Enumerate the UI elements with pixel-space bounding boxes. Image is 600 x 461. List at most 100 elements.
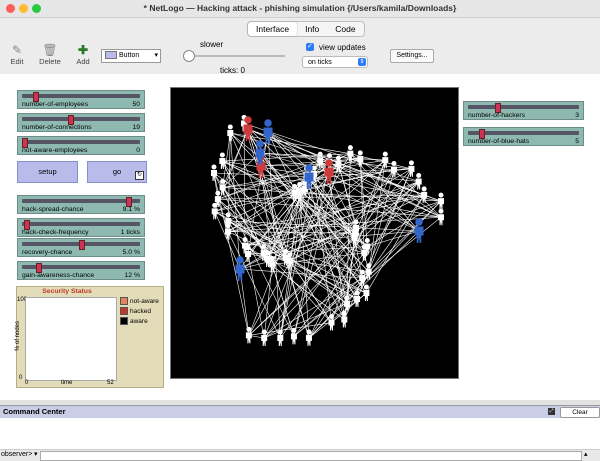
delete-label: Delete <box>39 57 61 66</box>
speed-label: slower <box>200 40 224 49</box>
plot-y-min: 0 <box>19 375 23 381</box>
slider-value: 5 <box>575 138 579 145</box>
plot-y-label: % of nodes <box>15 320 22 352</box>
slider-label: recovery-chance <box>22 249 73 256</box>
go-button[interactable]: go ↻ <box>87 161 147 183</box>
slider-value: 9.1 % <box>122 206 140 213</box>
speed-slider-thumb[interactable] <box>183 50 195 62</box>
clear-button[interactable]: Clear <box>560 407 600 418</box>
slider-number-of-hackers[interactable]: number-of-hackers 3 <box>463 101 584 120</box>
speed-slider[interactable] <box>183 50 285 62</box>
legend-item: hacked <box>120 307 159 317</box>
slider-track[interactable] <box>22 94 140 98</box>
command-center-title: Command Center <box>3 407 66 416</box>
network-graph <box>210 114 444 346</box>
title-bar: * NetLogo — Hacking attack - phishing si… <box>0 0 600 18</box>
slider-hack-check-frequency[interactable]: hack-check-frequency 1 ticks <box>17 218 145 237</box>
employee-node <box>341 311 348 328</box>
button-widget-icon <box>105 51 117 60</box>
slider-value: 50 <box>132 101 140 108</box>
slider-label: number-of-blue-hats <box>468 138 530 145</box>
command-center-header: Command Center ⤢ Clear <box>0 405 600 418</box>
plot-x-min: 0 <box>25 380 29 386</box>
settings-button[interactable]: Settings... <box>390 49 434 63</box>
tab-bar: Interface Info Code <box>247 21 365 37</box>
slider-number-of-employees[interactable]: number-of-employees 50 <box>17 90 145 109</box>
employee-node <box>261 329 268 346</box>
slider-number-of-blue-hats[interactable]: number-of-blue-hats 5 <box>463 127 584 146</box>
plot-x-label: time <box>61 380 73 386</box>
employee-node <box>354 290 361 308</box>
plot-title: Security Status <box>42 288 92 295</box>
plus-icon: ✚ <box>77 43 89 57</box>
legend-swatch <box>120 317 128 326</box>
network-link <box>263 171 330 339</box>
chevron-down-icon: ▾ <box>34 451 38 458</box>
slider-not-aware-employees[interactable]: not-aware-employees 0 <box>17 136 145 155</box>
slider-label: number-of-employees <box>22 101 89 108</box>
tab-info[interactable]: Info <box>297 22 327 36</box>
widget-type-select[interactable]: Button ▾ <box>101 49 161 63</box>
forever-icon: ↻ <box>135 171 144 180</box>
window-title: * NetLogo — Hacking attack - phishing si… <box>143 3 457 13</box>
plot-x-max: 52 <box>107 380 114 386</box>
slider-value: 3 <box>575 112 579 119</box>
go-label: go <box>112 167 122 176</box>
add-button[interactable]: ✚ Add <box>74 43 92 66</box>
observer-prompt[interactable]: observer> <box>1 451 32 458</box>
edit-label: Edit <box>10 57 24 66</box>
update-mode-select[interactable]: on ticks ⇕ <box>302 56 368 68</box>
select-arrows-icon: ⇕ <box>358 58 366 66</box>
world-view[interactable] <box>170 87 459 379</box>
legend-label: not-aware <box>130 298 159 305</box>
slider-label: number-of-hackers <box>468 112 526 119</box>
employee-node <box>219 152 226 170</box>
slider-number-of-connections[interactable]: number-of-connections 19 <box>17 113 145 132</box>
legend-item: aware <box>120 317 159 327</box>
slider-label: hack-spread-chance <box>22 206 84 213</box>
expand-icon[interactable]: ⤢ <box>548 408 555 415</box>
delete-button[interactable]: 🗑 Delete <box>38 43 62 66</box>
legend-item: not-aware <box>120 297 159 307</box>
view-updates-checkbox[interactable]: ✓ <box>306 43 314 51</box>
history-icon[interactable]: ▴ <box>584 450 588 458</box>
employee-node <box>438 192 444 210</box>
employee-node <box>305 329 312 346</box>
slider-value: 12 % <box>124 272 141 279</box>
setup-button[interactable]: setup <box>17 161 78 183</box>
blue-hat-node <box>235 256 245 281</box>
legend-label: aware <box>130 318 148 325</box>
slider-gain-awareness-chance[interactable]: gain-awareness-chance 12 % <box>17 261 145 280</box>
slider-value: 0 <box>136 147 140 154</box>
employee-node <box>210 164 217 181</box>
blue-hat-node <box>414 218 424 243</box>
tab-interface[interactable]: Interface <box>248 22 298 36</box>
slider-thumb[interactable] <box>79 240 85 250</box>
slider-track[interactable] <box>22 117 140 121</box>
slider-recovery-chance[interactable]: recovery-chance 5.0 % <box>17 238 145 257</box>
employee-node <box>328 314 335 331</box>
employee-node <box>415 173 422 190</box>
slider-track[interactable] <box>468 105 579 109</box>
slider-track[interactable] <box>22 222 140 226</box>
slider-label: gain-awareness-chance <box>22 272 95 279</box>
employee-node <box>245 326 252 344</box>
employee-node <box>363 284 370 302</box>
add-label: Add <box>76 57 90 66</box>
trash-icon: 🗑 <box>42 43 58 57</box>
edit-button[interactable]: ✎ Edit <box>8 43 26 66</box>
slider-track[interactable] <box>22 199 140 203</box>
chevron-down-icon: ▾ <box>154 52 158 59</box>
tab-code[interactable]: Code <box>327 22 363 36</box>
slider-track[interactable] <box>22 140 140 144</box>
plot-legend: not-aware hacked aware <box>120 297 159 327</box>
view-updates-label: view updates <box>319 43 366 52</box>
legend-swatch <box>120 307 128 316</box>
slider-hack-spread-chance[interactable]: hack-spread-chance 9.1 % <box>17 195 145 214</box>
network-link <box>267 131 442 218</box>
legend-swatch <box>120 297 128 306</box>
employee-node <box>290 327 297 345</box>
widget-type-value: Button <box>119 52 140 59</box>
command-output <box>0 418 600 450</box>
command-input[interactable] <box>40 451 582 461</box>
